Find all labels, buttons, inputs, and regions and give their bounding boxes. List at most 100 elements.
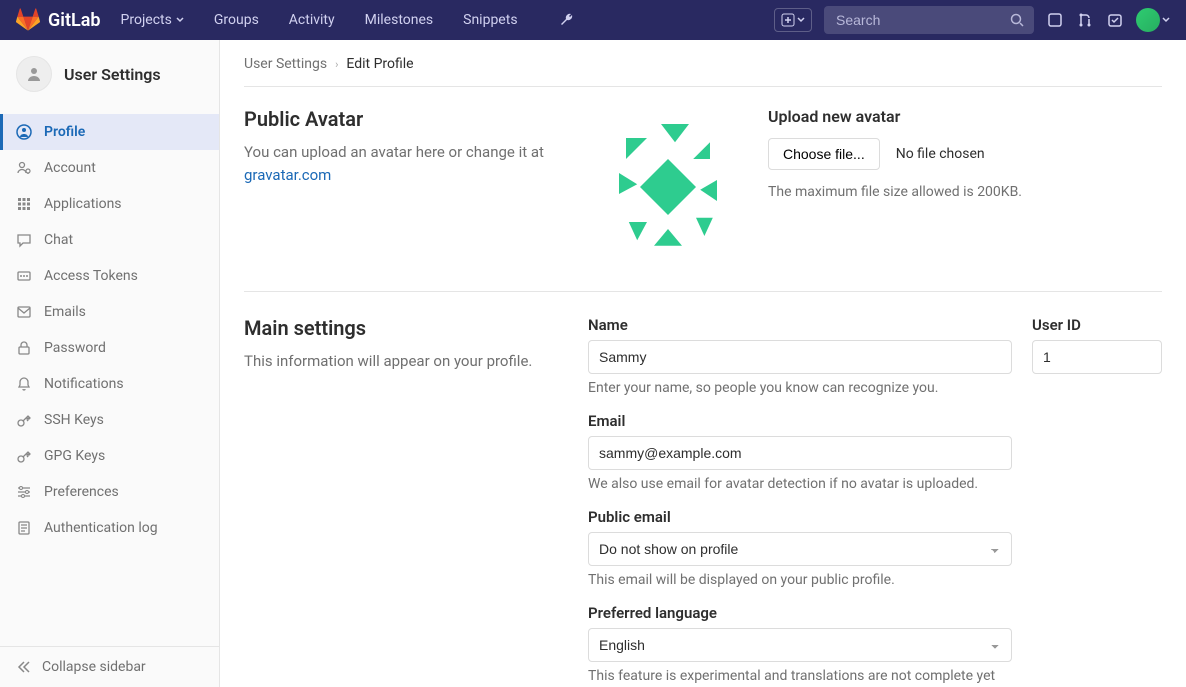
user-menu[interactable] (1136, 8, 1170, 32)
public-avatar-section: Public Avatar You can upload an avatar h… (244, 107, 1162, 292)
search-box (824, 6, 1034, 34)
sidebar-item-applications[interactable]: Applications (0, 186, 219, 222)
sidebar-item-emails[interactable]: Emails (0, 294, 219, 330)
avatar-section-desc: You can upload an avatar here or change … (244, 141, 564, 186)
public-email-help: This email will be displayed on your pub… (588, 572, 1012, 588)
profile-icon (16, 124, 32, 140)
email-label: Email (588, 412, 1012, 430)
email-icon (16, 304, 32, 320)
merge-requests-icon[interactable] (1076, 11, 1094, 29)
main-settings-desc: This information will appear on your pro… (244, 350, 564, 373)
language-select[interactable]: English (588, 628, 1012, 662)
breadcrumb-current: Edit Profile (346, 56, 413, 72)
key-icon (16, 412, 32, 428)
issues-icon[interactable] (1046, 11, 1064, 29)
wrench-icon[interactable] (558, 11, 576, 29)
name-field-group: Name Enter your name, so people you know… (588, 316, 1012, 396)
name-help: Enter your name, so people you know can … (588, 380, 1012, 396)
email-field-group: Email We also use email for avatar detec… (588, 412, 1012, 492)
collapse-label: Collapse sidebar (42, 659, 146, 675)
main-settings-title: Main settings (244, 316, 564, 340)
sidebar-item-label: GPG Keys (44, 448, 105, 464)
brand-text: GitLab (48, 10, 101, 31)
sidebar-item-label: Applications (44, 196, 122, 212)
identicon-icon (598, 117, 738, 257)
top-navbar: GitLab Projects Groups Activity Mileston… (0, 0, 1186, 40)
upload-title: Upload new avatar (768, 107, 1022, 126)
sidebar-item-access-tokens[interactable]: Access Tokens (0, 258, 219, 294)
email-help: We also use email for avatar detection i… (588, 476, 1012, 492)
gear-user-icon (16, 160, 32, 176)
grid-icon (16, 196, 32, 212)
sidebar-item-account[interactable]: Account (0, 150, 219, 186)
nav-activity[interactable]: Activity (279, 12, 345, 28)
avatar-section-title: Public Avatar (244, 107, 564, 131)
chevron-down-icon (1162, 16, 1170, 24)
file-size-hint: The maximum file size allowed is 200KB. (768, 184, 1022, 200)
nav-snippets[interactable]: Snippets (453, 12, 527, 28)
main-settings-section: Main settings This information will appe… (244, 316, 1162, 687)
breadcrumb: User Settings › Edit Profile (244, 56, 1162, 87)
email-input[interactable] (588, 436, 1012, 470)
sidebar-item-label: Profile (44, 124, 85, 140)
sidebar-item-ssh-keys[interactable]: SSH Keys (0, 402, 219, 438)
collapse-icon (16, 659, 32, 675)
choose-file-button[interactable]: Choose file... (768, 138, 880, 170)
sidebar-item-auth-log[interactable]: Authentication log (0, 510, 219, 546)
sidebar-item-label: Access Tokens (44, 268, 138, 284)
sidebar-title: User Settings (64, 65, 161, 84)
chevron-down-icon (176, 16, 184, 24)
tanuki-icon (16, 8, 40, 32)
avatar-preview (588, 107, 748, 267)
token-icon (16, 268, 32, 284)
breadcrumb-root[interactable]: User Settings (244, 56, 327, 72)
collapse-sidebar[interactable]: Collapse sidebar (0, 646, 219, 687)
search-input[interactable] (824, 6, 1034, 34)
sidebar-item-label: Notifications (44, 376, 124, 392)
sidebar-item-chat[interactable]: Chat (0, 222, 219, 258)
nav-groups[interactable]: Groups (204, 12, 269, 28)
sidebar-item-password[interactable]: Password (0, 330, 219, 366)
key-icon (16, 448, 32, 464)
main-content: User Settings › Edit Profile Public Avat… (220, 40, 1186, 687)
user-id-input[interactable] (1032, 340, 1162, 374)
language-label: Preferred language (588, 604, 1012, 622)
sidebar-item-gpg-keys[interactable]: GPG Keys (0, 438, 219, 474)
sidebar-item-notifications[interactable]: Notifications (0, 366, 219, 402)
public-email-label: Public email (588, 508, 1012, 526)
sliders-icon (16, 484, 32, 500)
search-icon (1010, 13, 1024, 27)
chat-icon (16, 232, 32, 248)
public-email-select[interactable]: Do not show on profile (588, 532, 1012, 566)
name-label: Name (588, 316, 1012, 334)
chevron-right-icon: › (335, 58, 338, 71)
new-dropdown[interactable] (774, 8, 812, 32)
language-help: This feature is experimental and transla… (588, 668, 1012, 684)
user-id-label: User ID (1032, 316, 1162, 334)
gitlab-logo[interactable]: GitLab (16, 8, 101, 32)
todos-icon[interactable] (1106, 11, 1124, 29)
sidebar-item-label: Preferences (44, 484, 119, 500)
chevron-down-icon (797, 16, 805, 24)
name-input[interactable] (588, 340, 1012, 374)
sidebar-item-label: Password (44, 340, 106, 356)
public-email-field-group: Public email Do not show on profile This… (588, 508, 1012, 588)
gravatar-link[interactable]: gravatar.com (244, 166, 331, 184)
user-avatar-placeholder-icon (16, 56, 52, 92)
nav-milestones[interactable]: Milestones (355, 12, 444, 28)
file-status: No file chosen (896, 146, 985, 162)
log-icon (16, 520, 32, 536)
sidebar-item-label: Authentication log (44, 520, 158, 536)
sidebar: User Settings Profile Account Applicatio… (0, 40, 220, 687)
sidebar-item-label: Chat (44, 232, 73, 248)
sidebar-item-label: Emails (44, 304, 86, 320)
user-avatar-icon (1136, 8, 1160, 32)
nav-projects[interactable]: Projects (111, 12, 194, 28)
sidebar-item-profile[interactable]: Profile (0, 114, 219, 150)
sidebar-item-label: SSH Keys (44, 412, 104, 428)
sidebar-item-preferences[interactable]: Preferences (0, 474, 219, 510)
bell-icon (16, 376, 32, 392)
sidebar-header: User Settings (0, 40, 219, 108)
user-id-field-group: User ID (1032, 316, 1162, 374)
plus-icon (781, 13, 795, 27)
